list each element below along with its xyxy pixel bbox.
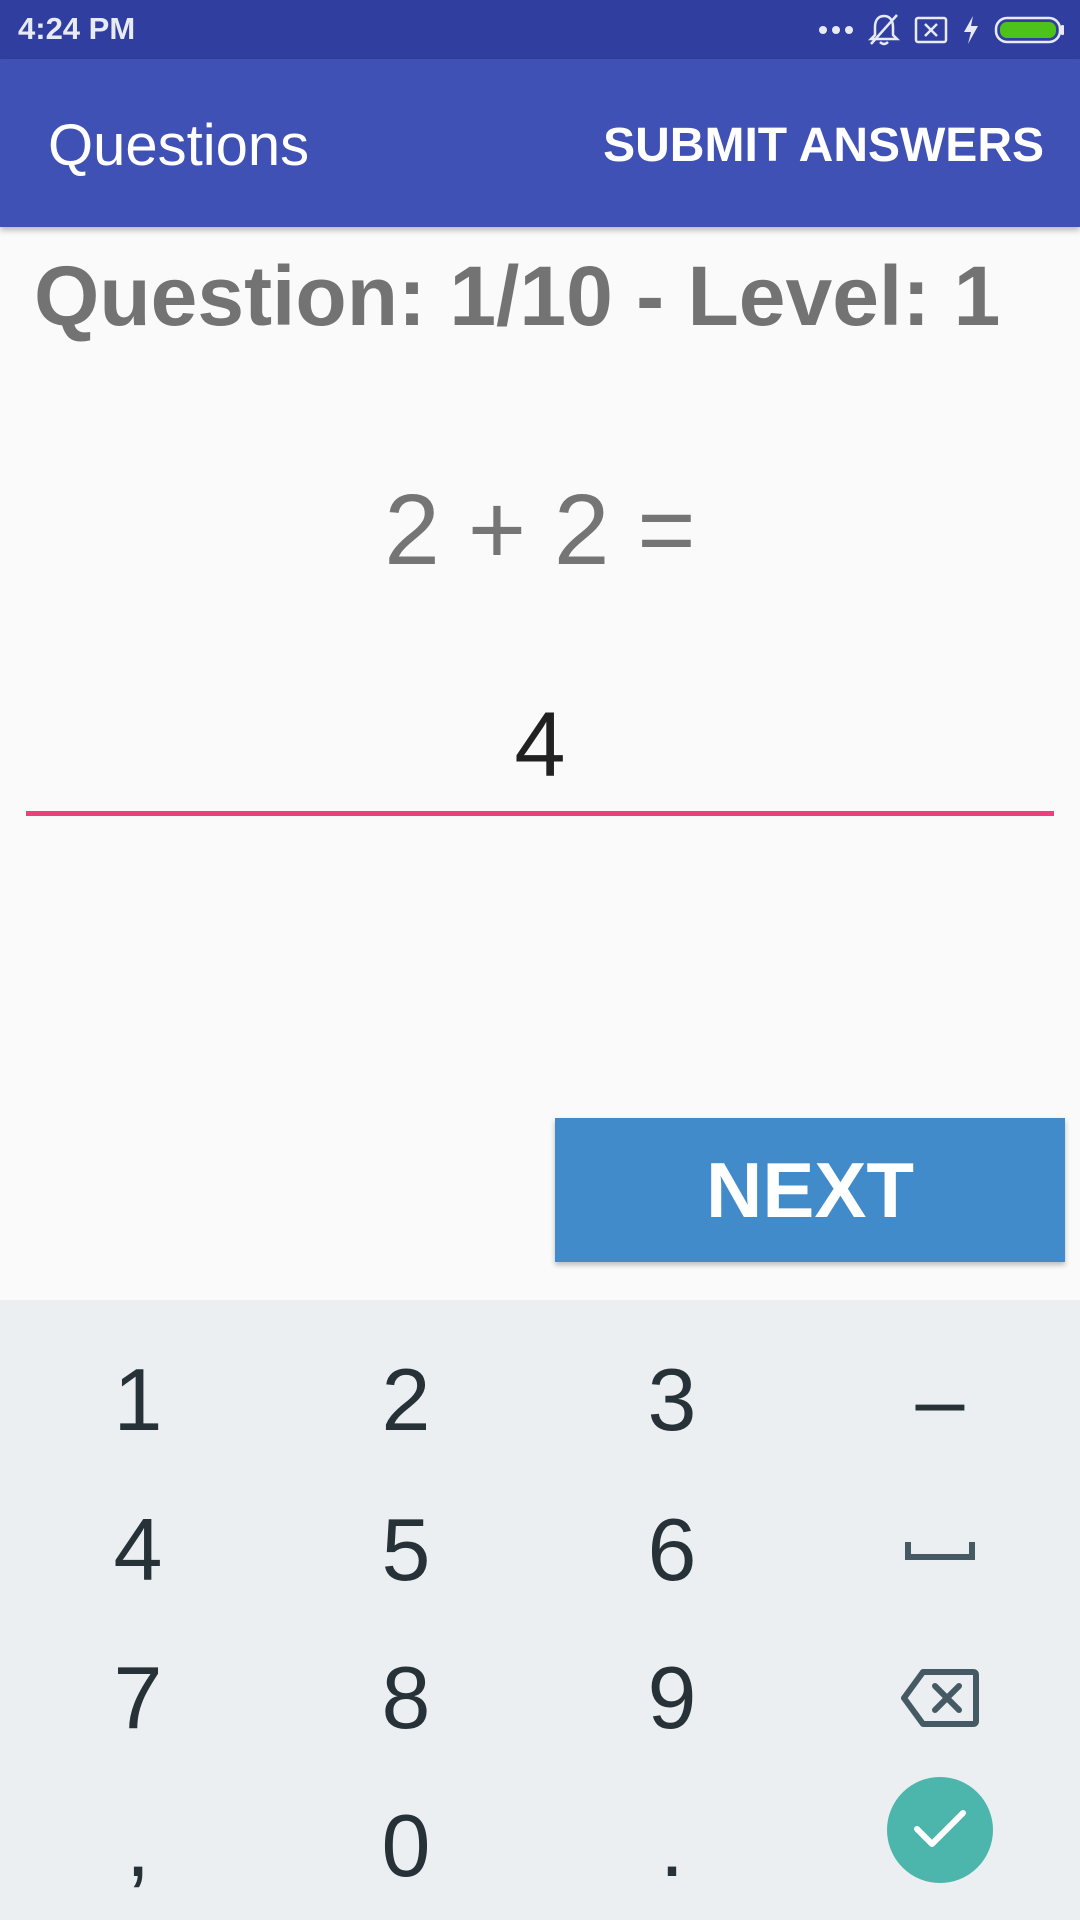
key-9[interactable]: 9 xyxy=(572,1628,772,1768)
done-check-icon xyxy=(912,1806,968,1855)
backspace-icon xyxy=(901,1667,979,1729)
more-dots-icon xyxy=(818,24,854,36)
key-4[interactable]: 4 xyxy=(38,1480,238,1620)
key-5[interactable]: 5 xyxy=(306,1480,506,1620)
status-icons xyxy=(818,8,1066,52)
key-0[interactable]: 0 xyxy=(306,1776,506,1916)
key-7[interactable]: 7 xyxy=(38,1628,238,1768)
charging-bolt-icon xyxy=(962,15,980,45)
answer-value: 4 xyxy=(514,694,566,796)
status-time: 4:24 PM xyxy=(18,11,136,46)
key-space[interactable] xyxy=(840,1480,1040,1620)
answer-underline xyxy=(26,811,1054,816)
app-bar: Questions SUBMIT ANSWERS xyxy=(0,59,1080,227)
sim-x-icon xyxy=(914,16,948,44)
key-minus[interactable]: – xyxy=(840,1330,1040,1470)
key-1[interactable]: 1 xyxy=(38,1330,238,1470)
key-comma[interactable]: , xyxy=(38,1776,238,1916)
next-button[interactable]: NEXT xyxy=(555,1118,1065,1262)
app-title: Questions xyxy=(48,113,310,178)
question-header: Question: 1/10 - Level: 1 xyxy=(34,249,1001,343)
key-8[interactable]: 8 xyxy=(306,1628,506,1768)
numeric-keyboard: 1 2 3 – 4 5 6 7 8 9 , 0 . xyxy=(0,1300,1080,1920)
submit-answers-button[interactable]: SUBMIT ANSWERS xyxy=(603,117,1044,175)
space-key-icon xyxy=(905,1538,975,1562)
answer-input[interactable]: 4 xyxy=(26,690,1054,816)
key-period[interactable]: . xyxy=(572,1776,772,1916)
key-3[interactable]: 3 xyxy=(572,1330,772,1470)
key-6[interactable]: 6 xyxy=(572,1480,772,1620)
battery-fill xyxy=(1000,22,1056,38)
next-button-label: NEXT xyxy=(705,1145,915,1234)
key-backspace[interactable] xyxy=(840,1628,1040,1768)
problem-text: 2 + 2 = xyxy=(384,474,696,586)
bell-off-icon xyxy=(868,13,900,47)
done-button[interactable] xyxy=(887,1777,993,1883)
battery-icon xyxy=(994,15,1066,45)
status-bar: 4:24 PM xyxy=(0,0,1080,59)
key-2[interactable]: 2 xyxy=(306,1330,506,1470)
